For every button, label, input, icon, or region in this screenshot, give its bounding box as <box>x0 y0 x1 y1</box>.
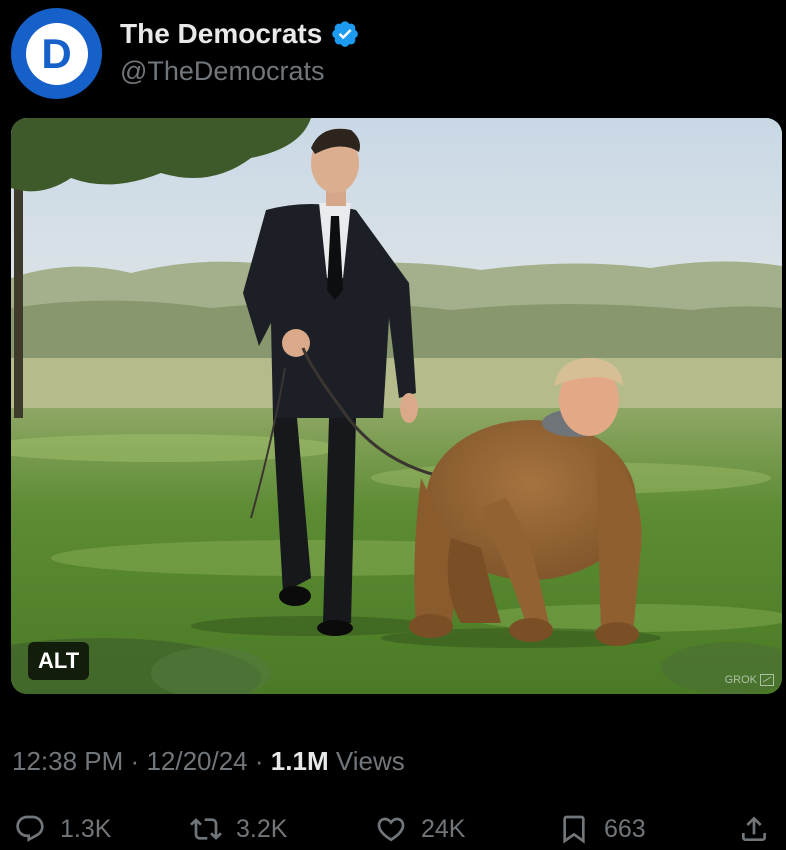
views-label[interactable]: Views <box>336 746 405 776</box>
bookmark-count: 663 <box>604 814 646 843</box>
grok-watermark-label: GROK <box>724 674 757 686</box>
share-button[interactable] <box>738 808 770 850</box>
tweet-meta: 12:38 PM · 12/20/24 · 1.1M Views <box>12 746 405 777</box>
action-bar: 1.3K 3.2K 24K 663 <box>0 808 786 850</box>
reply-icon <box>16 815 44 842</box>
author-display-name[interactable]: The Democrats <box>120 18 322 50</box>
reply-count: 1.3K <box>60 814 112 843</box>
like-count: 24K <box>421 814 466 843</box>
avatar[interactable]: D <box>11 8 102 99</box>
tweet-time[interactable]: 12:38 PM <box>12 746 123 776</box>
reply-button[interactable]: 1.3K <box>14 808 111 850</box>
author-name-row[interactable]: The Democrats <box>120 18 360 50</box>
tweet-detail: D The Democrats @TheDemocrats ALT GROK 1… <box>0 0 786 850</box>
like-button[interactable]: 24K <box>375 808 465 850</box>
alt-text-button[interactable]: ALT <box>28 642 90 680</box>
meta-separator: · <box>130 746 140 776</box>
share-icon <box>742 816 766 841</box>
bookmark-icon <box>563 815 585 844</box>
repost-count: 3.2K <box>236 814 288 843</box>
tweet-image-illustration <box>11 118 782 694</box>
avatar-letter: D <box>41 29 72 77</box>
repost-button[interactable]: 3.2K <box>190 808 287 850</box>
grok-watermark: GROK <box>725 674 774 686</box>
heart-icon <box>377 817 405 842</box>
repost-icon <box>190 818 222 840</box>
meta-separator: · <box>254 746 264 776</box>
grok-mark-icon <box>760 674 774 686</box>
avatar-logo: D <box>25 22 88 85</box>
author-handle[interactable]: @TheDemocrats <box>120 56 324 87</box>
tweet-date[interactable]: 12/20/24 <box>146 746 247 776</box>
bookmark-button[interactable]: 663 <box>558 808 646 850</box>
verified-badge-icon <box>330 19 360 49</box>
tweet-image[interactable]: ALT GROK <box>11 118 782 694</box>
views-count[interactable]: 1.1M <box>271 746 329 776</box>
